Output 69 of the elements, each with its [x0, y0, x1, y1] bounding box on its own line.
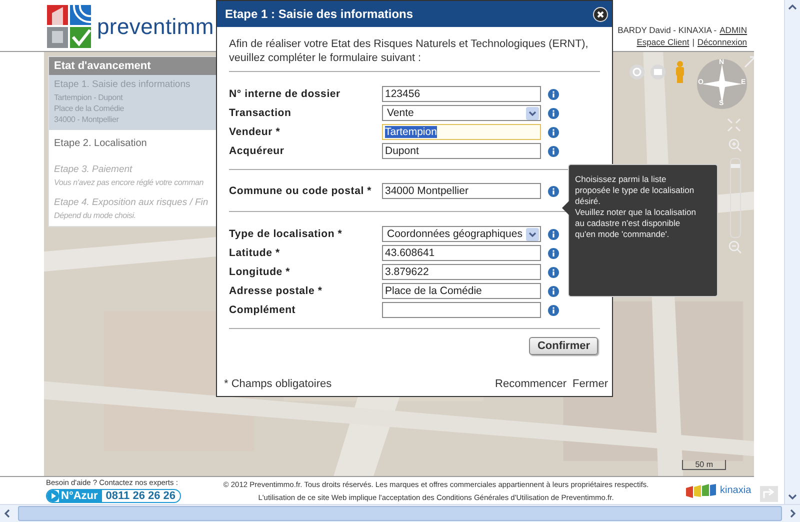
- tooltip-text: Choisissez parmi la liste proposée le type de localisation désiré. Veuillez noter que la localisation au cadastre n'est disponible qu'en mode 'commande'.: [574, 173, 697, 241]
- step-title: Etape 1. Saisie des informations: [54, 79, 192, 90]
- field-label: Transaction: [229, 107, 292, 119]
- info-icon[interactable]: [548, 304, 559, 316]
- input-field[interactable]: 43.608641: [382, 245, 541, 261]
- horizontal-scrollbar[interactable]: [0, 504, 800, 522]
- input-field[interactable]: 34000 Montpellier: [382, 183, 541, 199]
- info-icon[interactable]: [548, 286, 559, 296]
- info-icon[interactable]: [548, 88, 559, 100]
- input-field[interactable]: Dupont: [382, 143, 541, 159]
- step-detail: Place de la Comédie: [54, 103, 126, 114]
- field-label: Latitude *: [229, 247, 281, 259]
- input-field[interactable]: Tartempion: [382, 124, 541, 140]
- close-icon[interactable]: [593, 6, 608, 22]
- link-separator: |: [692, 37, 694, 47]
- field-label: Acquéreur: [229, 145, 286, 157]
- intro-text: Afin de réaliser votre Etat des Risques Naturels et Technologiques (ERNT), veuillez compléter le formulaire suivant :: [229, 37, 600, 72]
- admin-link[interactable]: ADMIN: [720, 25, 748, 35]
- caret-icon: [526, 228, 539, 240]
- partner-logo-text: kinaxia: [720, 485, 752, 496]
- info-icon[interactable]: [548, 146, 559, 156]
- input-field[interactable]: Place de la Comédie: [382, 283, 541, 299]
- confirm-button[interactable]: Confirmer: [529, 337, 598, 355]
- info-icon[interactable]: [548, 248, 559, 258]
- client-area-link[interactable]: Espace Client: [636, 37, 690, 47]
- restart-link[interactable]: Recommencer: [495, 378, 567, 390]
- user-name: BARDY David - KINAXIA -: [618, 25, 717, 35]
- zoom-thumb[interactable]: [731, 164, 740, 168]
- input-field[interactable]: [382, 302, 541, 318]
- field-label: Longitude *: [229, 266, 292, 278]
- zoom-slider[interactable]: [730, 158, 741, 238]
- phone-number: 0811 26 26 26: [104, 490, 176, 502]
- step-detail: 34000 - Montpellier: [54, 114, 120, 125]
- step-detail: Vous n'avez pas encore réglé votre comman: [54, 177, 205, 188]
- dropdown[interactable]: Vente: [382, 105, 541, 121]
- field-label: Vendeur *: [229, 126, 282, 138]
- info-icon[interactable]: [548, 186, 559, 196]
- dropdown[interactable]: Coordonnées géographiques: [382, 226, 541, 242]
- dialog-title: Etape 1 : Saisie des informations: [225, 7, 414, 21]
- vertical-scrollbar[interactable]: [784, 0, 800, 504]
- step-detail: Tartempion - Dupont: [54, 92, 124, 103]
- logo-icon: [47, 4, 93, 48]
- logo-text: preventimm: [97, 14, 214, 40]
- input-field[interactable]: 123456: [382, 86, 541, 102]
- azur-label: N°Azur: [59, 490, 102, 502]
- scroll-thumb[interactable]: [18, 506, 782, 522]
- step-title: Etape 4. Exposition aux risques / Fin: [54, 197, 210, 208]
- caret-icon: [526, 106, 539, 120]
- phone-badge[interactable]: N°Azur 0811 26 26 26: [46, 489, 181, 504]
- partner-logo-icon: [686, 484, 716, 498]
- info-icon[interactable]: [548, 228, 559, 240]
- field-label: Type de localisation *: [229, 228, 344, 240]
- logout-link[interactable]: Déconnexion: [697, 37, 748, 47]
- required-note: * Champs obligatoires: [224, 378, 332, 390]
- input-field[interactable]: 3.879622: [382, 264, 541, 280]
- field-label: Complément: [229, 304, 297, 316]
- play-icon: [47, 490, 59, 502]
- map-scale: 50 m: [682, 460, 726, 470]
- step-title: Etape 3. Paiement: [54, 164, 134, 175]
- field-label: Adresse postale *: [229, 285, 324, 297]
- step-title: Etape 2. Localisation: [54, 137, 148, 151]
- info-icon[interactable]: [548, 108, 559, 118]
- field-label: Commune ou code postal *: [229, 185, 373, 197]
- field-label: N° interne de dossier: [229, 88, 342, 100]
- info-icon[interactable]: [548, 126, 559, 138]
- info-icon[interactable]: [548, 266, 559, 278]
- step-detail: Dépend du mode choisi.: [54, 210, 137, 221]
- close-link[interactable]: Fermer: [572, 378, 608, 390]
- share-icon: [760, 486, 778, 502]
